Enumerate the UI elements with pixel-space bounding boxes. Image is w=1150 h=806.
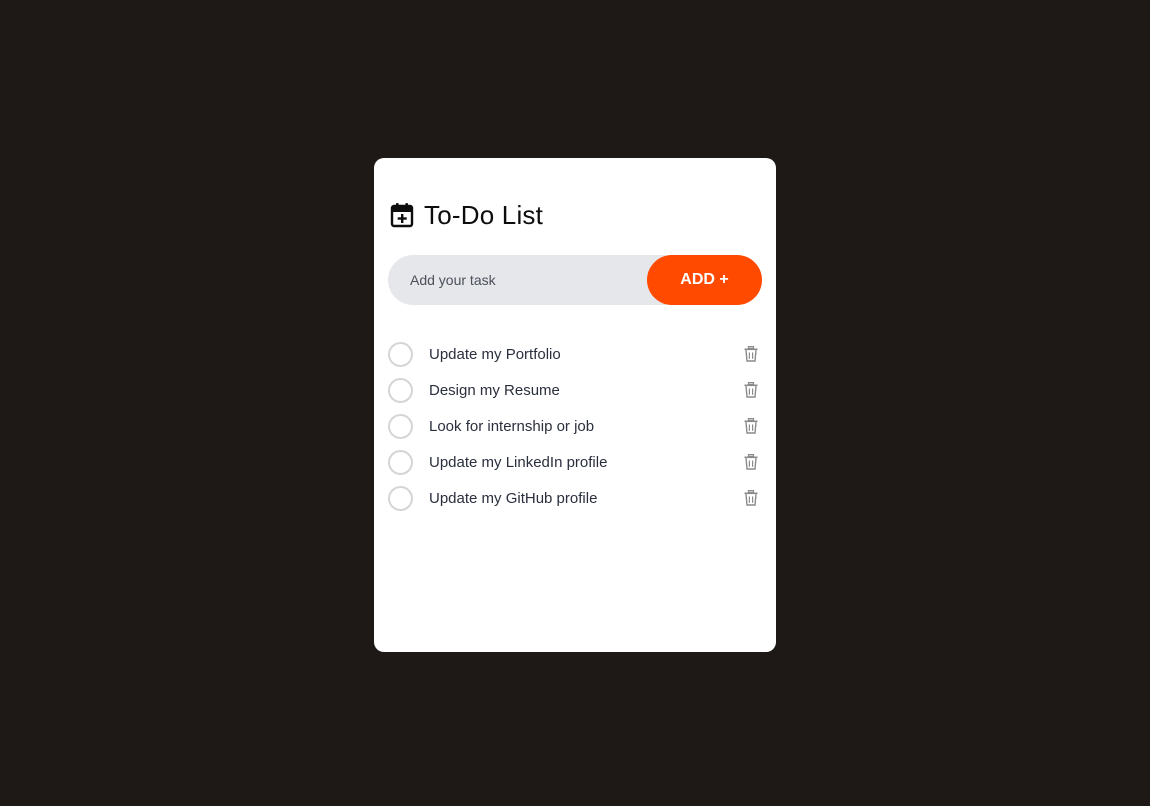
task-checkbox[interactable] <box>388 341 413 367</box>
page-title: To-Do List <box>424 199 544 230</box>
trash-icon[interactable] <box>744 418 758 434</box>
task-checkbox[interactable] <box>388 377 413 403</box>
title-row: To-Do List <box>390 200 543 230</box>
task-input-row: ADD + <box>388 255 762 305</box>
task-text[interactable]: Update my GitHub profile <box>429 490 744 507</box>
task-item[interactable]: Update my GitHub profile <box>388 480 764 516</box>
task-checkbox[interactable] <box>388 485 413 511</box>
task-item[interactable]: Update my LinkedIn profile <box>388 444 764 480</box>
task-text[interactable]: Update my Portfolio <box>429 346 744 363</box>
trash-icon[interactable] <box>744 490 758 506</box>
task-item[interactable]: Look for internship or job <box>388 408 764 444</box>
trash-icon[interactable] <box>744 454 758 470</box>
task-text[interactable]: Design my Resume <box>429 382 744 399</box>
task-checkbox[interactable] <box>388 413 413 439</box>
add-task-button[interactable]: ADD + <box>647 255 762 305</box>
calendar-plus-icon <box>390 202 414 228</box>
trash-icon[interactable] <box>744 382 758 398</box>
task-item[interactable]: Design my Resume <box>388 372 764 408</box>
trash-icon[interactable] <box>744 346 758 362</box>
task-input[interactable] <box>410 255 640 305</box>
task-text[interactable]: Look for internship or job <box>429 418 744 435</box>
task-item[interactable]: Update my Portfolio <box>388 336 764 372</box>
task-text[interactable]: Update my LinkedIn profile <box>429 454 744 471</box>
task-checkbox[interactable] <box>388 449 413 475</box>
todo-card: To-Do List ADD + Update my Portfolio Des… <box>374 158 776 652</box>
task-list: Update my Portfolio Design my Resume Loo… <box>388 336 764 516</box>
